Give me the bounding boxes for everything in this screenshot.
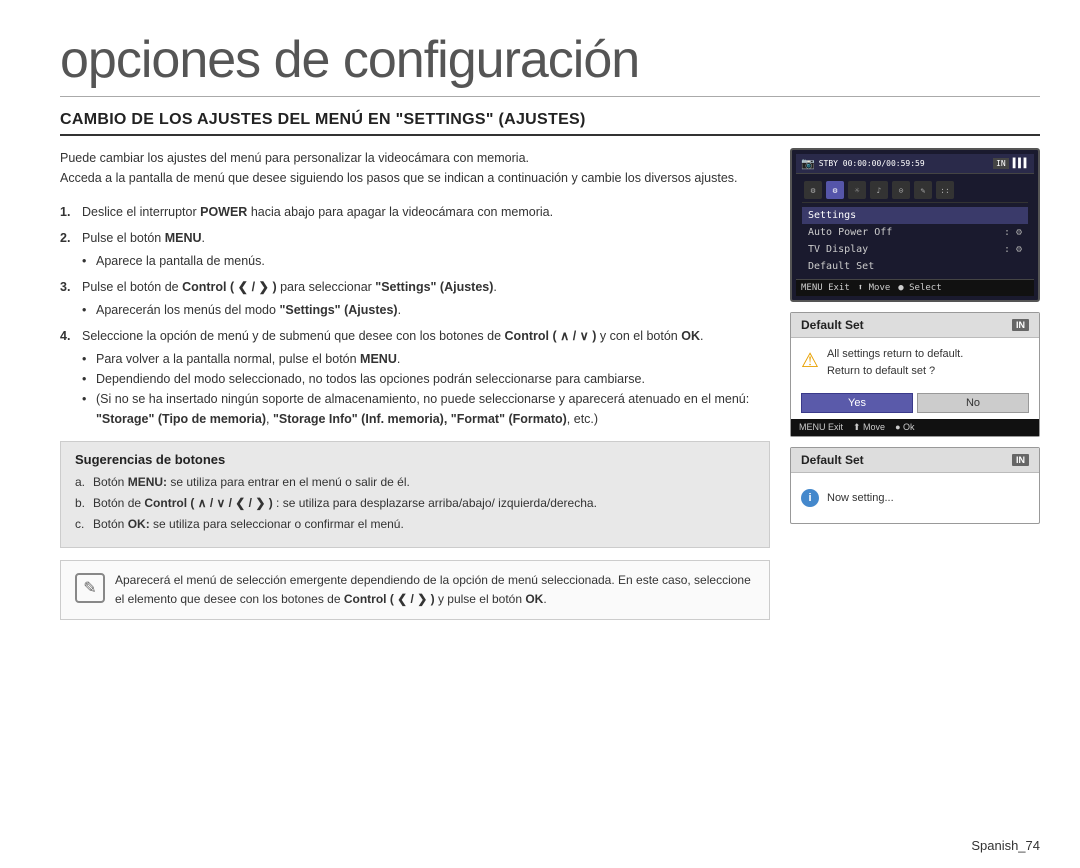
page: opciones de configuración CAMBIO DE LOS …: [0, 0, 1080, 868]
camera-menu-area: ⚙ ⚙ ☼ ♪ ⊙ ✎ :: Settings Auto Power Off :…: [796, 174, 1034, 279]
dialog1-line1: All settings return to default.: [827, 348, 963, 360]
cam-menu-autopower-icon: : ⚙: [1004, 227, 1022, 238]
cam-menu-settings-label: Settings: [808, 210, 856, 221]
cam-icon-3: ☼: [848, 181, 866, 199]
dialog1-line2: Return to default set ?: [827, 365, 935, 377]
cam-icon-2: ⚙: [826, 181, 844, 199]
cam-select: ● Select: [898, 283, 941, 293]
dialog2-header: Default Set IN: [791, 448, 1039, 473]
dialog1-footer: MENU Exit ⬆ Move ● Ok: [791, 419, 1039, 436]
cam-icon-1: ⚙: [804, 181, 822, 199]
cam-icon-7: ::: [936, 181, 954, 199]
dialog1-badge: IN: [1012, 319, 1029, 331]
dialog2-badge: IN: [1012, 454, 1029, 466]
tip-a-letter: a.: [75, 473, 85, 492]
step-4-text: Seleccione la opción de menú y de submen…: [82, 329, 703, 343]
dialog1-text: All settings return to default. Return t…: [827, 346, 963, 379]
dialog1-ok: ● Ok: [895, 422, 914, 433]
dialog1-title: Default Set: [801, 318, 864, 332]
cam-move: ⬆ Move: [858, 283, 891, 293]
step-2-sub: Aparece la pantalla de menús.: [82, 251, 770, 271]
dialog1-header: Default Set IN: [791, 313, 1039, 338]
step-4: 4. Seleccione la opción de menú y de sub…: [60, 326, 770, 429]
cam-menu-settings: Settings: [802, 207, 1028, 224]
dialog1-move: ⬆ Move: [853, 422, 885, 433]
camera-icon: 📷: [801, 157, 815, 170]
page-title: opciones de configuración: [60, 30, 1040, 97]
left-column: Puede cambiar los ajustes del menú para …: [60, 148, 770, 620]
step-1: 1. Deslice el interruptor POWER hacia ab…: [60, 202, 770, 222]
cam-menu-tvdisplay: TV Display : ⚙: [802, 241, 1028, 258]
cam-menu-defaultset: Default Set: [802, 258, 1028, 275]
step-2-sub-1: Aparece la pantalla de menús.: [82, 251, 770, 271]
camera-signal: ▌▌▌: [1013, 159, 1029, 169]
camera-top-bar: 📷 STBY 00:00:00/00:59:59 IN ▌▌▌: [796, 154, 1034, 174]
tips-list: a. Botón MENU: se utiliza para entrar en…: [75, 473, 755, 535]
step-3-sub-1: Aparecerán los menús del modo "Settings"…: [82, 300, 770, 320]
warning-icon: ⚠: [801, 346, 819, 376]
step-4-sub-3: (Si no se ha insertado ningún soporte de…: [82, 389, 770, 429]
step-3-num: 3.: [60, 277, 70, 297]
cam-menu-autopower: Auto Power Off : ⚙: [802, 224, 1028, 241]
camera-status: STBY 00:00:00/00:59:59: [819, 159, 925, 168]
dialog1-yes-button[interactable]: Yes: [801, 393, 913, 413]
step-4-num: 4.: [60, 326, 70, 346]
section-heading: CAMBIO DE LOS AJUSTES DEL MENÚ EN "SETTI…: [60, 111, 1040, 136]
dialog1-buttons: Yes No: [791, 387, 1039, 419]
step-4-sub: Para volver a la pantalla normal, pulse …: [82, 349, 770, 429]
camera-badge: IN: [993, 158, 1009, 169]
step-1-num: 1.: [60, 202, 70, 222]
dialog2: Default Set IN i Now setting...: [790, 447, 1040, 524]
cam-exit: MENU Exit: [801, 283, 850, 293]
cam-icons-row: ⚙ ⚙ ☼ ♪ ⊙ ✎ ::: [802, 178, 1028, 203]
tip-a: a. Botón MENU: se utiliza para entrar en…: [75, 473, 755, 492]
cam-icon-6: ✎: [914, 181, 932, 199]
info-icon: i: [801, 489, 819, 507]
cam-icon-5: ⊙: [892, 181, 910, 199]
step-2-text: Pulse el botón MENU.: [82, 231, 205, 245]
dialog2-text: Now setting...: [827, 492, 894, 504]
tip-c-letter: c.: [75, 515, 84, 534]
step-2: 2. Pulse el botón MENU. Aparece la panta…: [60, 228, 770, 271]
step-2-num: 2.: [60, 228, 70, 248]
note-icon: ✎: [75, 573, 105, 603]
tip-b-letter: b.: [75, 494, 85, 513]
intro-text: Puede cambiar los ajustes del menú para …: [60, 148, 770, 188]
note-box: ✎ Aparecerá el menú de selección emergen…: [60, 560, 770, 620]
intro-line1: Puede cambiar los ajustes del menú para …: [60, 151, 529, 165]
tip-c: c. Botón OK: se utiliza para seleccionar…: [75, 515, 755, 534]
dialog1-exit: MENU Exit: [799, 422, 843, 433]
cam-menu-defaultset-label: Default Set: [808, 261, 874, 272]
step-3-sub: Aparecerán los menús del modo "Settings"…: [82, 300, 770, 320]
dialog1-no-button[interactable]: No: [917, 393, 1029, 413]
tips-title: Sugerencias de botones: [75, 452, 755, 467]
cam-menu-tvdisplay-icon: : ⚙: [1004, 244, 1022, 255]
camera-screen: 📷 STBY 00:00:00/00:59:59 IN ▌▌▌ ⚙ ⚙ ☼ ♪ …: [790, 148, 1040, 302]
step-1-text: Deslice el interruptor POWER hacia abajo…: [82, 205, 553, 219]
page-number: Spanish_74: [971, 838, 1040, 853]
cam-icon-4: ♪: [870, 181, 888, 199]
step-4-sub-2: Dependiendo del modo seleccionado, no to…: [82, 369, 770, 389]
dialog1-body: ⚠ All settings return to default. Return…: [791, 338, 1039, 387]
dialog2-body: i Now setting...: [791, 473, 1039, 523]
note-text: Aparecerá el menú de selección emergente…: [115, 571, 755, 609]
dialog1: Default Set IN ⚠ All settings return to …: [790, 312, 1040, 437]
steps-list: 1. Deslice el interruptor POWER hacia ab…: [60, 202, 770, 429]
cam-menu-tvdisplay-label: TV Display: [808, 244, 868, 255]
right-column: 📷 STBY 00:00:00/00:59:59 IN ▌▌▌ ⚙ ⚙ ☼ ♪ …: [790, 148, 1040, 620]
intro-line2: Acceda a la pantalla de menú que desee s…: [60, 171, 738, 185]
cam-bottom-bar: MENU Exit ⬆ Move ● Select: [796, 279, 1034, 296]
step-4-sub-1: Para volver a la pantalla normal, pulse …: [82, 349, 770, 369]
tip-b: b. Botón de Control ( ∧ / ∨ / ❮ / ❯ ) : …: [75, 494, 755, 513]
tips-box: Sugerencias de botones a. Botón MENU: se…: [60, 441, 770, 548]
dialog2-title: Default Set: [801, 453, 864, 467]
step-3-text: Pulse el botón de Control ( ❮ / ❯ ) para…: [82, 280, 497, 294]
step-3: 3. Pulse el botón de Control ( ❮ / ❯ ) p…: [60, 277, 770, 320]
cam-menu-autopower-label: Auto Power Off: [808, 227, 892, 238]
